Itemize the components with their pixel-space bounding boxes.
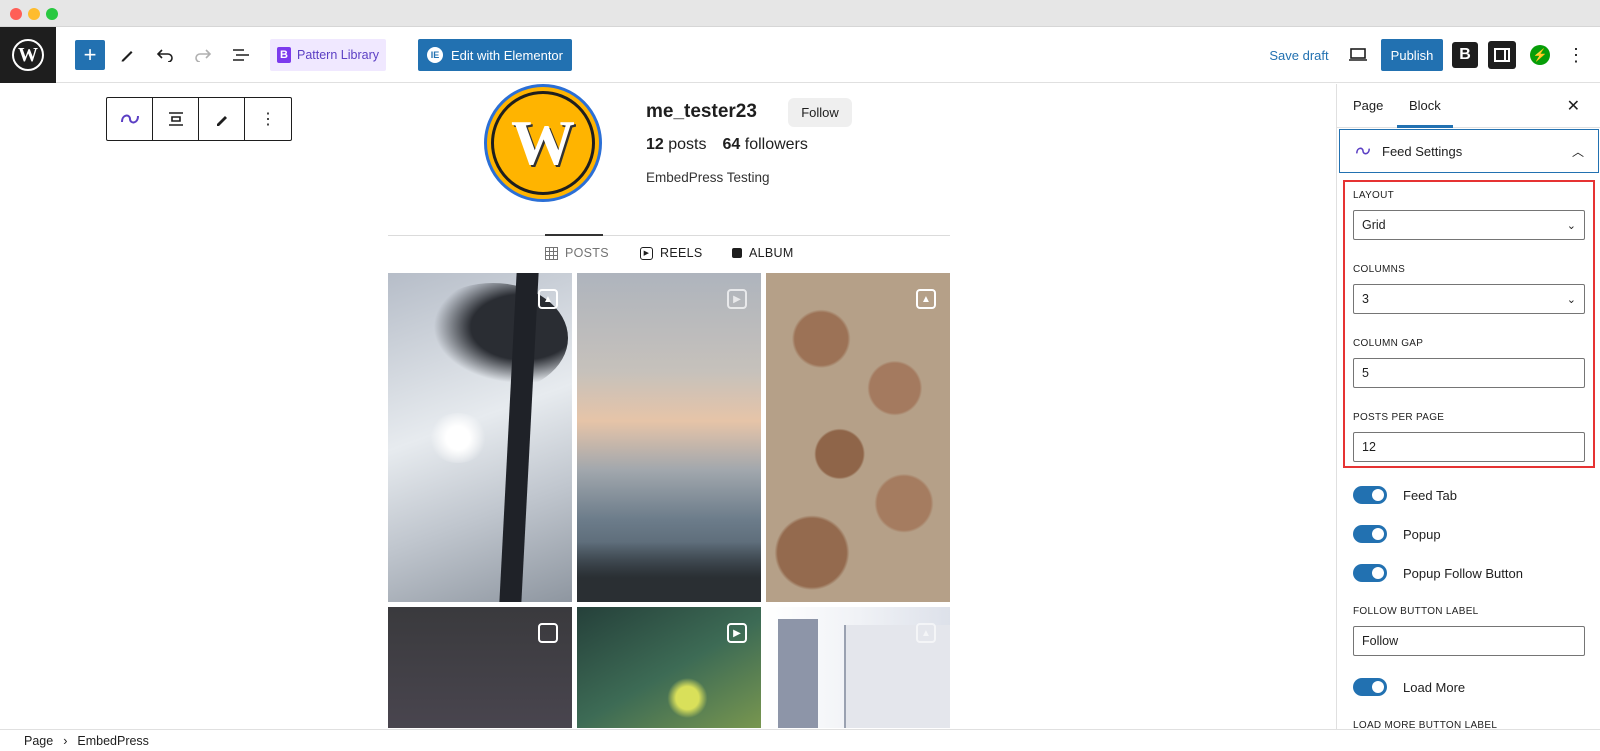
popup-follow-toggle[interactable] [1353,564,1387,582]
breadcrumb-page[interactable]: Page [24,734,53,748]
feed-grid: ▲ ▶ ▲ ▶ ▲ [388,273,950,728]
sidebar-tabs: Page Block ✕ [1337,84,1600,128]
block-options-icon[interactable]: ⋮ [245,98,291,140]
feed-tab-toggle-row[interactable]: Feed Tab [1353,486,1457,504]
pen-tool-icon[interactable] [112,39,142,71]
chevron-right-icon: › [63,733,68,748]
feed-post[interactable]: ▶ [577,607,761,728]
reel-icon: ▶ [727,623,747,643]
feed-post[interactable]: ▲ [388,273,572,602]
image-icon: ▲ [916,289,936,309]
follow-button[interactable]: Follow [788,98,852,127]
column-gap-label: COLUMN GAP [1353,338,1424,349]
profile-avatar[interactable]: W [484,84,602,202]
undo-icon[interactable] [150,39,180,71]
tabs-divider [388,235,950,236]
posts-word: posts [668,136,707,153]
embedpress-block-icon[interactable] [107,98,153,140]
image-icon: ▲ [916,623,936,643]
load-more-toggle-row[interactable]: Load More [1353,678,1465,696]
popup-toggle[interactable] [1353,525,1387,543]
profile-bio: EmbedPress Testing [646,170,770,185]
window-maximize-button[interactable] [46,8,58,20]
album-icon [732,248,742,258]
load-more-button-label-label: LOAD MORE BUTTON LABEL [1353,720,1498,729]
settings-sidebar: Page Block ✕ Feed Settings ︿ LAYOUT Grid… [1336,84,1600,729]
followers-count: 64 [722,136,741,153]
align-icon[interactable] [153,98,199,140]
jetpack-icon[interactable]: ⚡ [1530,45,1550,65]
options-menu-icon[interactable]: ⋮ [1566,39,1586,71]
sidebar-icon [1494,48,1510,62]
tab-posts[interactable]: POSTS [545,246,609,260]
feed-tab-toggle[interactable] [1353,486,1387,504]
layout-select[interactable]: Grid ⌄ [1353,210,1585,240]
embedpress-icon [1356,147,1370,155]
feed-post[interactable] [388,607,572,728]
feed-post[interactable]: ▲ [766,607,950,728]
columns-select[interactable]: 3 ⌄ [1353,284,1585,314]
blocks-plugin-icon[interactable]: B [1452,42,1478,68]
followers-word: followers [744,136,808,153]
window-minimize-button[interactable] [28,8,40,20]
close-icon[interactable]: ✕ [1567,96,1580,116]
window-close-button[interactable] [10,8,22,20]
load-more-toggle[interactable] [1353,678,1387,696]
list-view-icon[interactable] [226,39,256,71]
breadcrumb: Page › EmbedPress [0,729,1600,751]
edit-with-elementor-button[interactable]: IE Edit with Elementor [418,39,572,71]
layout-label: LAYOUT [1353,190,1395,201]
feed-settings-panel-toggle[interactable]: Feed Settings ︿ [1339,129,1599,173]
reel-icon: ▶ [727,289,747,309]
pattern-library-button[interactable]: B Pattern Library [270,39,386,71]
editor-toolbar: W + B Pattern Library IE Edit with Eleme… [0,27,1600,83]
reels-icon: ▶ [640,246,653,260]
chevron-down-icon: ⌄ [1566,219,1576,232]
wordpress-logo-icon[interactable]: W [0,27,56,83]
save-draft-button[interactable]: Save draft [1266,39,1332,71]
feed-post[interactable]: ▶ [577,273,761,602]
follow-button-label-label: FOLLOW BUTTON LABEL [1353,606,1479,617]
posts-per-page-input[interactable]: 12 [1353,432,1585,462]
breadcrumb-block[interactable]: EmbedPress [77,734,149,748]
active-sidebar-tab-indicator [1397,125,1453,128]
follow-button-label-input[interactable]: Follow [1353,626,1585,656]
settings-panel-toggle[interactable] [1488,41,1516,69]
publish-button[interactable]: Publish [1381,39,1443,71]
elementor-icon: IE [427,47,443,63]
window-titlebar [0,0,1600,27]
image-icon: ▲ [538,289,558,309]
block-toolbar: ⋮ [106,97,292,141]
tab-album[interactable]: ALBUM [732,246,794,260]
edit-pencil-icon[interactable] [199,98,245,140]
popup-follow-toggle-row[interactable]: Popup Follow Button [1353,564,1523,582]
popup-toggle-row[interactable]: Popup [1353,525,1441,543]
chevron-down-icon: ⌄ [1566,293,1576,306]
grid-icon [545,246,558,260]
add-block-button[interactable]: + [75,40,105,70]
album-icon [538,623,558,643]
feed-post[interactable]: ▲ [766,273,950,602]
columns-label: COLUMNS [1353,264,1406,275]
pattern-library-icon: B [277,47,291,63]
tab-block[interactable]: Block [1409,98,1441,113]
tab-reels[interactable]: ▶ REELS [640,246,703,260]
posts-per-page-label: POSTS PER PAGE [1353,412,1445,423]
posts-count: 12 [646,136,664,153]
column-gap-input[interactable]: 5 [1353,358,1585,388]
tab-page[interactable]: Page [1353,98,1383,113]
active-tab-indicator [545,234,603,236]
preview-device-icon[interactable] [1343,39,1373,71]
redo-icon[interactable] [188,39,218,71]
chevron-up-icon: ︿ [1571,144,1584,159]
profile-stats: 12 posts 64 followers [646,136,808,154]
profile-username: me_tester23 [646,101,757,122]
